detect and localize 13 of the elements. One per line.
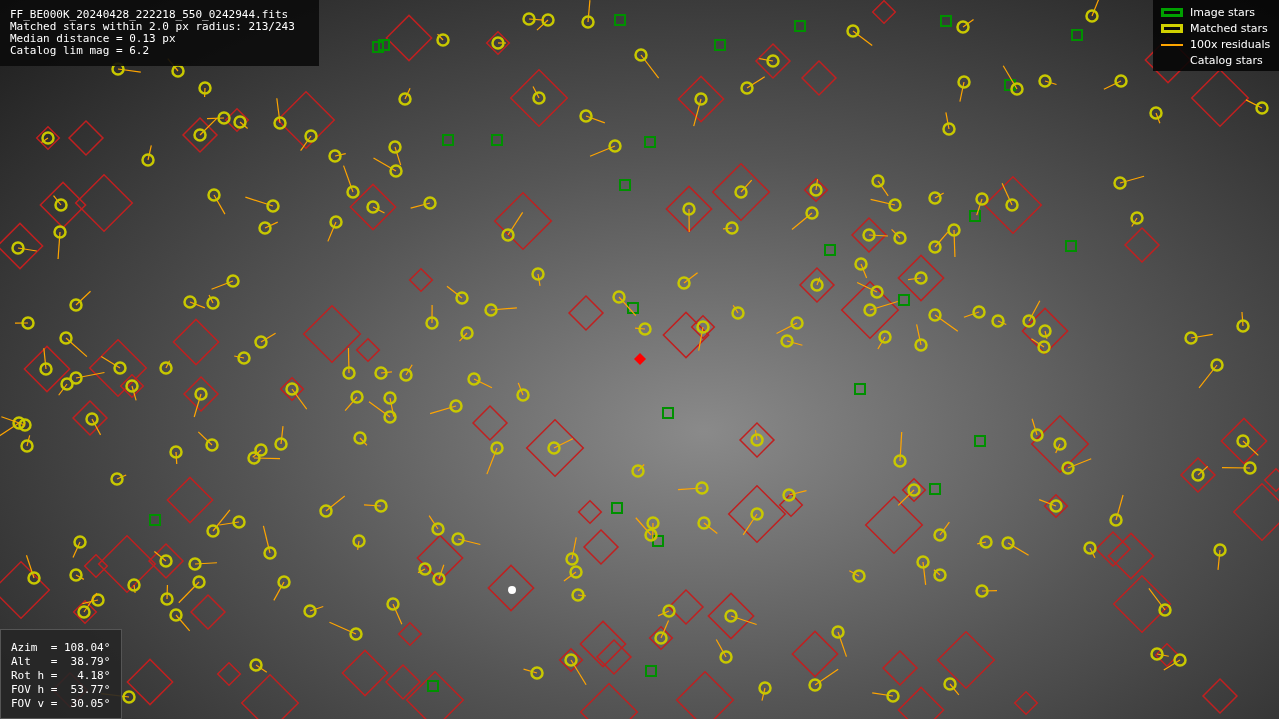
info-text: FF_BE000K_20240428_222218_550_0242944.fits	[10, 9, 290, 21]
legend-label: Image stars	[1190, 6, 1255, 19]
pointing-text: FOV v = 30.05°	[11, 697, 111, 711]
pointing-text: Rot h = 4.18°	[11, 669, 111, 683]
pointing-text: FOV h = 53.77°	[11, 683, 111, 697]
info-text: Median distance = 0.13 px	[10, 33, 177, 45]
legend-label: 100x residuals	[1190, 38, 1271, 51]
info-text: Matched stars within 2.0 px radius: 213/243	[10, 21, 296, 33]
legend-label: Catalog stars	[1190, 54, 1263, 67]
pointing-text: Alt = 38.79°	[11, 655, 111, 669]
pointing-text: Azim = 108.04°	[11, 641, 111, 655]
info-text: Catalog lim mag = 6.2	[10, 45, 151, 57]
legend-label: Matched stars	[1190, 22, 1268, 35]
